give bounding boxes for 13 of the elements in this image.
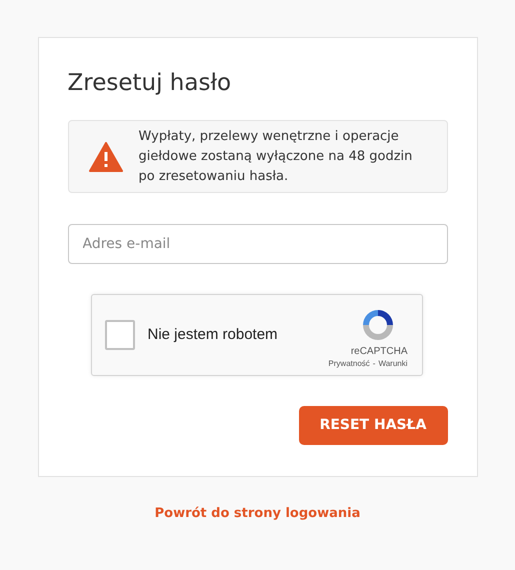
recaptcha-logo-icon: [360, 308, 394, 342]
page-title: Zresetuj hasło: [68, 69, 232, 98]
terms-link[interactable]: Warunki: [378, 358, 408, 368]
link-separator: -: [372, 358, 376, 368]
back-to-login-link[interactable]: Powrót do strony logowania: [154, 504, 360, 524]
warning-text: Wypłaty, przelewy wenętrzne i operacje giełdowe zostaną wyłączone na 48 godzin po zresetowaniu hasła.: [138, 128, 414, 186]
email-field[interactable]: Adres e-mail: [68, 224, 448, 264]
captcha-label: Nie jestem robotem: [148, 324, 278, 345]
privacy-link[interactable]: Prywatność: [328, 358, 370, 368]
recaptcha-brand: reCAPTCHA: [350, 344, 408, 358]
warning-icon: [88, 142, 122, 172]
captcha-checkbox[interactable]: [104, 320, 134, 350]
reset-password-button[interactable]: RESET HASŁA: [298, 406, 448, 445]
